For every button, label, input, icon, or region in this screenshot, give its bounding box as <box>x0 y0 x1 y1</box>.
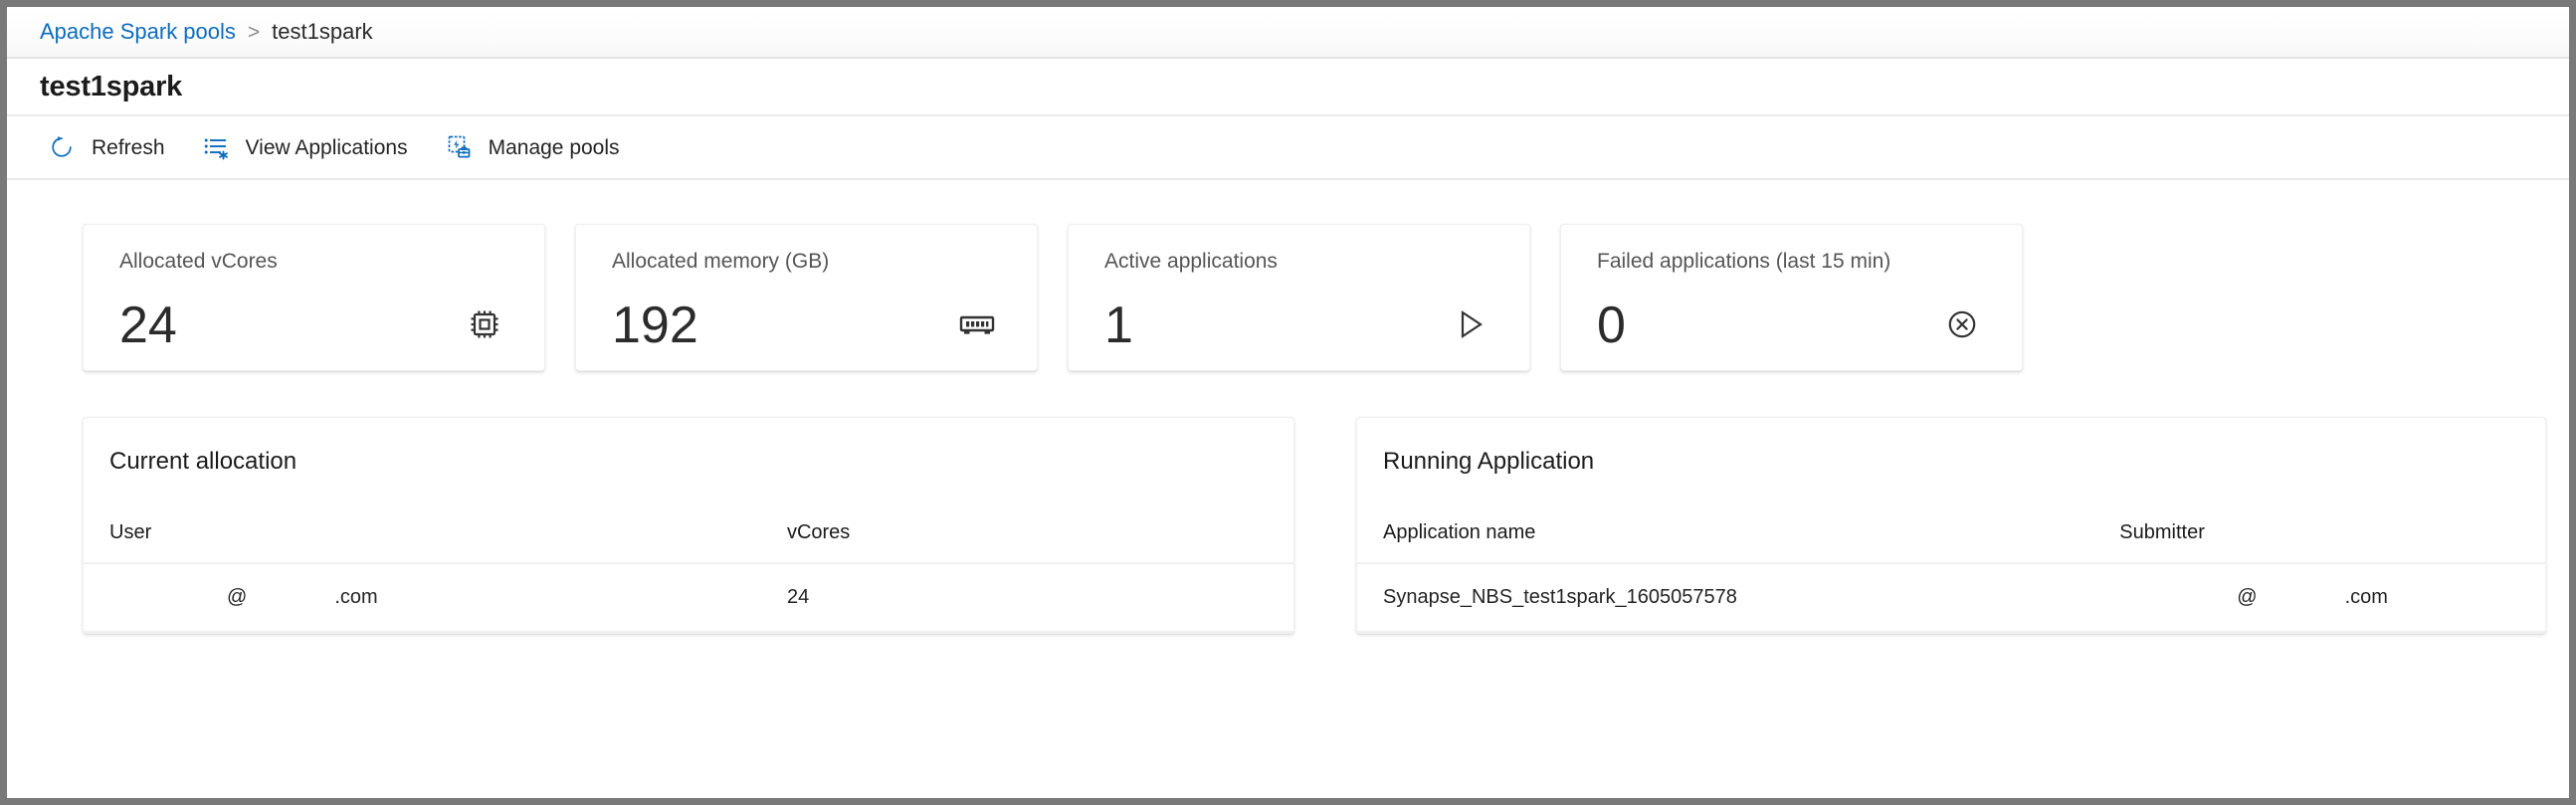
view-applications-label: View Applications <box>246 137 408 158</box>
kpi-card-active-applications: Active applications 1 <box>1068 224 1530 371</box>
kpi-label-allocated-vcores: Allocated vCores <box>119 251 514 272</box>
column-header-vcores[interactable]: vCores <box>761 503 1293 563</box>
view-applications-button[interactable]: View Applications <box>187 123 422 171</box>
kpi-card-allocated-memory: Allocated memory (GB) 192 <box>575 224 1038 371</box>
kpi-value-allocated-memory: 192 <box>612 302 698 350</box>
kpi-bottom-allocated-vcores: 24 <box>119 302 514 350</box>
refresh-label: Refresh <box>92 137 165 158</box>
cell-vcores: 24 <box>761 563 1293 632</box>
panel-title-running-application: Running Application <box>1357 444 2545 474</box>
submitter-email-at: @ <box>2237 586 2257 609</box>
table-row[interactable]: @ .com 24 <box>84 563 1293 632</box>
kpi-card-failed-applications: Failed applications (last 15 min) 0 <box>1560 224 2023 371</box>
panel-running-application: Running Application Application name Sub… <box>1356 417 2546 634</box>
breadcrumb-current-test1spark: test1spark <box>272 21 373 43</box>
kpi-card-allocated-vcores: Allocated vCores 24 <box>83 224 545 371</box>
breadcrumb: Apache Spark pools > test1spark <box>7 7 2569 59</box>
cpu-chip-icon <box>463 302 506 346</box>
user-email-tld: .com <box>334 586 377 609</box>
content-area: Allocated vCores 24 <box>7 180 2569 798</box>
manage-pools-label: Manage pools <box>489 137 620 158</box>
column-header-application-name[interactable]: Application name <box>1357 503 2093 563</box>
breadcrumb-link-apache-spark-pools[interactable]: Apache Spark pools <box>40 21 236 43</box>
kpi-value-failed-applications: 0 <box>1597 302 1626 350</box>
panel-title-current-allocation: Current allocation <box>84 444 1293 474</box>
kpi-label-active-applications: Active applications <box>1104 251 1499 272</box>
cell-submitter: @ .com <box>2093 563 2545 632</box>
kpi-label-allocated-memory: Allocated memory (GB) <box>612 251 1007 272</box>
view-applications-icon <box>201 132 231 162</box>
table-header-row: Application name Submitter <box>1357 503 2545 563</box>
manage-pools-icon <box>444 132 474 162</box>
kpi-value-active-applications: 1 <box>1104 302 1133 350</box>
kpi-bottom-active-applications: 1 <box>1104 302 1499 350</box>
kpi-value-allocated-vcores: 24 <box>119 302 177 350</box>
cell-user: @ .com <box>84 563 761 632</box>
table-row[interactable]: Synapse_NBS_test1spark_1605057578 @ .com <box>1357 563 2545 632</box>
cell-application-name-link[interactable]: Synapse_NBS_test1spark_1605057578 <box>1357 563 2093 632</box>
user-email-redacted: @ .com <box>109 586 378 609</box>
submitter-email-redacted: @ .com <box>2119 586 2388 609</box>
submitter-email-tld: .com <box>2345 586 2388 609</box>
panel-row: Current allocation User vCores @ .com <box>7 371 2569 634</box>
column-header-submitter[interactable]: Submitter <box>2093 503 2545 563</box>
table-current-allocation: User vCores @ .com 24 <box>84 503 1293 633</box>
page-title: test1spark <box>40 71 182 103</box>
app-window: Apache Spark pools > test1spark test1spa… <box>0 0 2576 805</box>
command-bar: Refresh View Application <box>7 116 2569 180</box>
refresh-button[interactable]: Refresh <box>33 123 179 171</box>
breadcrumb-separator-icon: > <box>248 22 260 43</box>
refresh-icon <box>47 132 77 162</box>
error-circle-x-icon <box>1940 302 1984 346</box>
kpi-bottom-failed-applications: 0 <box>1597 302 1992 350</box>
column-header-user[interactable]: User <box>84 503 761 563</box>
table-header-row: User vCores <box>84 503 1293 563</box>
play-triangle-icon <box>1448 302 1491 346</box>
user-email-at: @ <box>227 586 247 609</box>
kpi-card-row: Allocated vCores 24 <box>7 180 2569 371</box>
kpi-label-failed-applications: Failed applications (last 15 min) <box>1597 251 1992 272</box>
title-bar: test1spark <box>7 59 2569 116</box>
panel-current-allocation: Current allocation User vCores @ .com <box>83 417 1294 634</box>
manage-pools-button[interactable]: Manage pools <box>430 123 634 171</box>
memory-stick-icon <box>955 302 999 346</box>
table-running-application: Application name Submitter Synapse_NBS_t… <box>1357 503 2545 633</box>
kpi-bottom-allocated-memory: 192 <box>612 302 1007 350</box>
